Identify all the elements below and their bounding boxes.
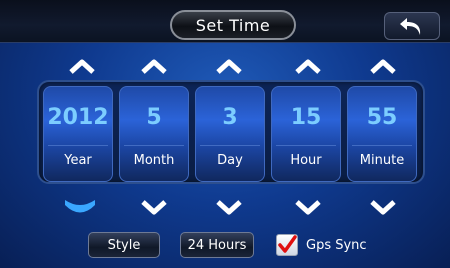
minute-value: 55: [366, 105, 398, 130]
chevron-down-icon: [370, 200, 396, 215]
gps-sync-label: Gps Sync: [306, 237, 367, 253]
day-column[interactable]: 3 Day: [195, 86, 265, 182]
chevron-up-icon: [69, 59, 95, 74]
minute-column[interactable]: 55 Minute: [347, 86, 417, 182]
hour-label: Hour: [290, 153, 322, 168]
month-column[interactable]: 5 Month: [119, 86, 189, 182]
divider: [276, 145, 336, 146]
chevron-up-icon: [295, 59, 321, 74]
month-value: 5: [146, 105, 162, 130]
year-up-button[interactable]: [64, 55, 100, 77]
back-button[interactable]: [384, 12, 440, 40]
year-label: Year: [64, 153, 92, 168]
style-button-label: Style: [107, 237, 141, 253]
chevron-down-icon: [216, 200, 242, 215]
gps-sync-toggle[interactable]: Gps Sync: [276, 232, 367, 258]
time-picker-panel: 2012 Year 5 Month 3 Day 15 Hour 55 Minut…: [37, 80, 425, 184]
page-title: Set Time: [170, 10, 296, 40]
hour-up-button[interactable]: [290, 55, 326, 77]
year-down-button[interactable]: [60, 194, 100, 220]
month-down-button[interactable]: [136, 196, 172, 218]
chevron-down-icon: [295, 200, 321, 215]
divider: [200, 145, 260, 146]
minute-up-button[interactable]: [365, 55, 401, 77]
day-up-button[interactable]: [211, 55, 247, 77]
hour-down-button[interactable]: [290, 196, 326, 218]
divider: [352, 145, 412, 146]
day-down-button[interactable]: [211, 196, 247, 218]
day-label: Day: [217, 153, 243, 168]
divider: [48, 145, 108, 146]
minute-down-button[interactable]: [365, 196, 401, 218]
24-hours-button-label: 24 Hours: [187, 237, 247, 253]
hour-value: 15: [290, 105, 322, 130]
style-button[interactable]: Style: [88, 232, 160, 258]
hour-column[interactable]: 15 Hour: [271, 86, 341, 182]
year-column[interactable]: 2012 Year: [43, 86, 113, 182]
chevron-down-icon: [65, 200, 95, 213]
chevron-up-icon: [370, 59, 396, 74]
checkmark-icon: [278, 235, 297, 253]
gps-sync-checkbox[interactable]: [276, 234, 298, 256]
page-title-text: Set Time: [195, 15, 271, 35]
month-up-button[interactable]: [136, 55, 172, 77]
divider: [124, 145, 184, 146]
minute-label: Minute: [359, 153, 405, 168]
month-label: Month: [133, 153, 175, 168]
chevron-up-icon: [141, 59, 167, 74]
back-arrow-icon: [400, 18, 421, 35]
year-value: 2012: [47, 105, 109, 130]
day-value: 3: [222, 105, 238, 130]
chevron-up-icon: [216, 59, 242, 74]
24-hours-button[interactable]: 24 Hours: [180, 232, 254, 258]
chevron-down-icon: [141, 200, 167, 215]
